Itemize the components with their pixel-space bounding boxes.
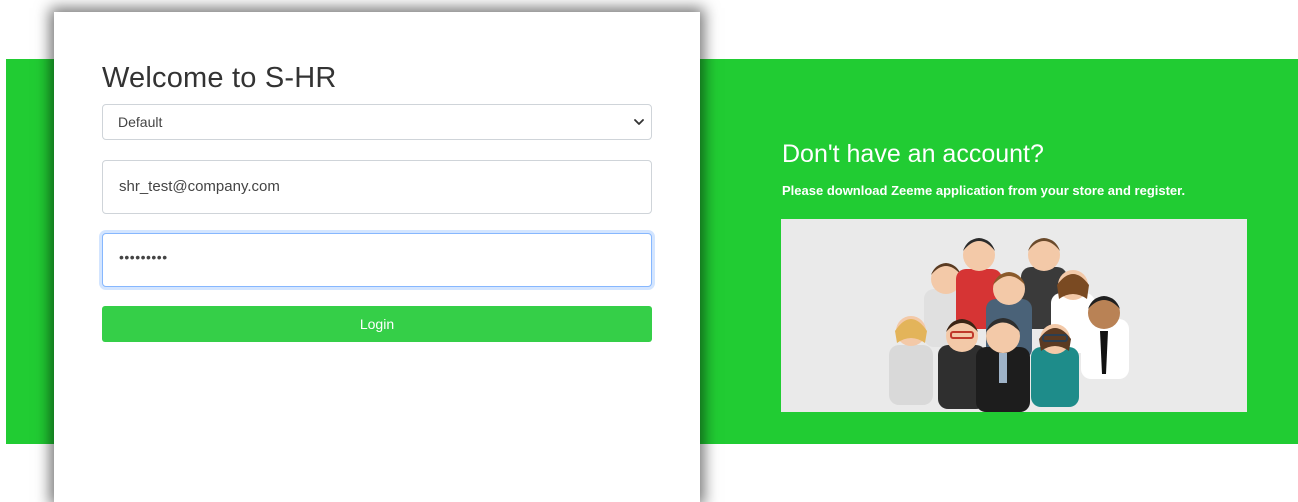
signup-instructions: Please download Zeeme application from y… <box>782 183 1186 198</box>
login-button[interactable]: Login <box>102 306 652 342</box>
email-field-value: shr_test@company.com <box>119 178 280 195</box>
team-illustration <box>781 219 1247 412</box>
password-field[interactable]: ••••••••• <box>102 233 652 287</box>
company-select-value: Default <box>118 114 163 130</box>
person-figure <box>1081 296 1129 379</box>
password-field-value: ••••••••• <box>119 249 168 265</box>
email-field[interactable]: shr_test@company.com <box>102 160 652 214</box>
team-people-illustration <box>889 238 1129 412</box>
login-title: Welcome to S-HR <box>102 62 337 94</box>
chevron-down-icon <box>634 119 644 125</box>
login-card: Welcome to S-HR Default shr_test@company… <box>54 12 700 502</box>
company-select[interactable]: Default <box>102 104 652 140</box>
signup-heading: Don't have an account? <box>782 140 1044 168</box>
